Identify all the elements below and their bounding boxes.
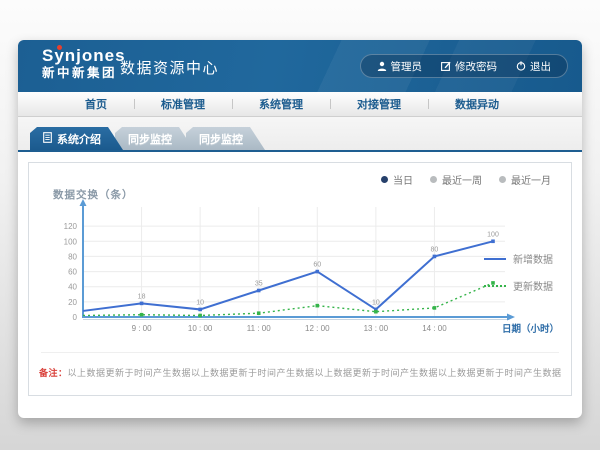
content-panel: 当日 最近一周 最近一月 数据交换（条） 0204060801001209 : … [28,162,572,396]
app-window: Synjones 新中新集团 数据资源中心 管理员 修改密码 [18,40,582,418]
page-title: 数据资源中心 [120,57,219,78]
tab-system-intro[interactable]: 系统介绍 [30,127,123,150]
svg-text:10: 10 [372,299,380,306]
svg-text:日期（小时）: 日期（小时） [502,323,559,335]
svg-text:60: 60 [68,268,77,277]
svg-text:0: 0 [73,313,78,322]
svg-text:100: 100 [64,237,78,246]
chart-legend: 新增数据 更新数据 [484,251,553,293]
svg-text:18: 18 [138,293,146,300]
nav-item-standards[interactable]: 标准管理 [134,96,232,112]
admin-user-label: 管理员 [391,59,423,74]
tab-sync-monitor-2-label: 同步监控 [199,131,243,147]
note-text: 以上数据更新于时间产生数据以上数据更新于时间产生数据以上数据更新于时间产生数据以… [68,368,561,378]
power-icon [516,61,526,71]
logout-label: 退出 [530,59,551,74]
main-nav: 首页 标准管理 系统管理 对接管理 数据异动 [18,92,582,117]
tab-sync-monitor-1-label: 同步监控 [128,131,172,147]
change-password-button[interactable]: 修改密码 [441,59,497,74]
admin-user-button[interactable]: 管理员 [377,59,423,74]
change-password-label: 修改密码 [455,59,497,74]
svg-text:80: 80 [68,252,77,261]
dotted-line-swatch-icon [484,285,506,287]
range-filters: 当日 最近一周 最近一月 [381,172,551,187]
svg-text:13 : 00: 13 : 00 [364,324,389,333]
legend-new-data-label: 新增数据 [513,251,553,266]
edit-icon [441,61,451,71]
app-header: Synjones 新中新集团 数据资源中心 管理员 修改密码 [18,40,582,92]
radio-last-month-label: 最近一月 [511,172,551,187]
svg-text:40: 40 [68,283,77,292]
document-icon [43,132,52,146]
svg-text:10 : 00: 10 : 00 [188,324,213,333]
nav-item-system[interactable]: 系统管理 [232,96,330,112]
svg-text:9 : 00: 9 : 00 [132,324,153,333]
radio-unselected-icon [430,176,437,183]
solid-line-swatch-icon [484,258,506,260]
radio-today[interactable]: 当日 [381,172,413,187]
svg-text:80: 80 [431,246,439,253]
svg-text:12 : 00: 12 : 00 [305,324,330,333]
radio-unselected-icon [499,176,506,183]
legend-new-data: 新增数据 [484,251,553,266]
tab-system-intro-label: 系统介绍 [57,131,101,147]
tab-sync-monitor-2[interactable]: 同步监控 [186,127,265,150]
nav-item-home[interactable]: 首页 [58,96,134,112]
svg-text:120: 120 [64,222,78,231]
logout-button[interactable]: 退出 [516,59,551,74]
nav-item-data-change[interactable]: 数据异动 [428,96,526,112]
svg-text:10: 10 [196,299,204,306]
company-name: 新中新集团 [42,66,126,80]
svg-text:20: 20 [68,298,77,307]
radio-today-label: 当日 [393,172,413,187]
nav-item-interface[interactable]: 对接管理 [330,96,428,112]
legend-update-data-label: 更新数据 [513,278,553,293]
svg-text:100: 100 [487,231,499,238]
tab-sync-monitor-1[interactable]: 同步监控 [115,127,194,150]
svg-text:60: 60 [313,262,321,269]
user-menu: 管理员 修改密码 退出 [360,54,569,78]
brand-text: Synjones [42,46,126,65]
brand-name: Synjones [42,46,126,66]
legend-update-data: 更新数据 [484,278,553,293]
note-prefix: 备注： [39,368,68,378]
footer-note: 备注：以上数据更新于时间产生数据以上数据更新于时间产生数据以上数据更新于时间产生… [39,366,561,379]
svg-text:35: 35 [255,281,263,288]
company-logo: Synjones 新中新集团 [42,46,126,81]
radio-last-week-label: 最近一周 [442,172,482,187]
note-divider [41,352,559,353]
radio-last-week[interactable]: 最近一周 [430,172,482,187]
tab-strip: 系统介绍 同步监控 同步监控 [18,117,582,152]
radio-selected-icon [381,176,388,183]
svg-text:14 : 00: 14 : 00 [422,324,447,333]
brand-red-dot-icon [57,45,62,50]
svg-text:11 : 00: 11 : 00 [247,324,271,333]
user-icon [377,61,387,71]
radio-last-month[interactable]: 最近一月 [499,172,551,187]
